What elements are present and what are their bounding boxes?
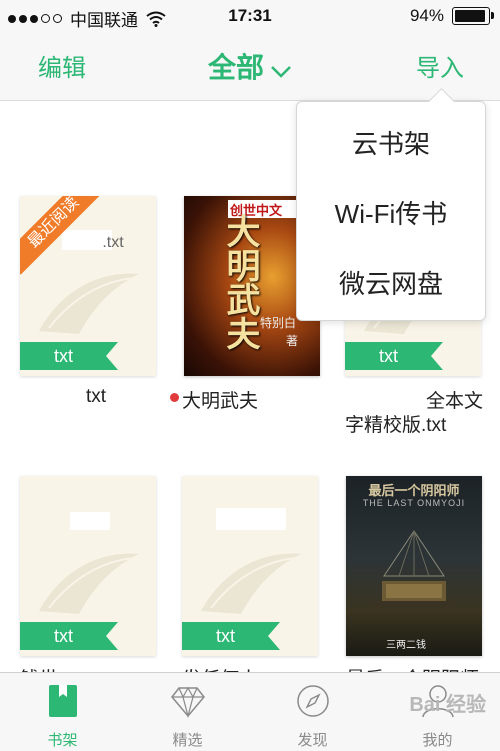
book-title: txt: [86, 386, 107, 407]
tab-label: 我的: [422, 732, 453, 749]
book-title-line: 字精校版.txt: [345, 415, 447, 436]
book-title: 大明武夫: [182, 391, 259, 412]
book-cover: txt: [182, 476, 318, 656]
battery-percent: 94%: [409, 6, 444, 25]
tab-label: 发现: [297, 732, 328, 749]
watermark-text: Bai 经验: [409, 694, 486, 716]
tab-label: 精选: [172, 732, 203, 749]
book-title-line: 全本文: [426, 391, 484, 412]
chevron-down-icon: [270, 54, 292, 86]
book-card[interactable]: txt: [182, 476, 318, 656]
category-title: 全部: [207, 52, 264, 83]
menu-item-wifi-transfer[interactable]: Wi-Fi传书: [297, 194, 485, 231]
cover-author: 三两二钱: [386, 640, 426, 651]
book-cover: 最后一个阴阳师 THE LAST ONMYOJI 三两二钱: [346, 476, 482, 656]
cover-author-suffix: 著: [286, 334, 299, 348]
book-cover: .txt 最近阅读 txt: [20, 196, 156, 376]
feather-watermark-icon: [39, 553, 139, 614]
feather-watermark-icon: [201, 553, 301, 614]
tab-discover[interactable]: 发现: [250, 673, 375, 751]
cover-title: 最后一个阴阳师: [368, 483, 460, 498]
bookshelf-icon: [49, 685, 77, 717]
cover-subtitle: THE LAST ONMYOJI: [362, 498, 466, 508]
status-bar: 中国联通 17:31 94%: [0, 0, 500, 32]
import-dropdown-menu: 云书架 Wi-Fi传书 微云网盘: [296, 88, 486, 321]
nav-bar: 编辑 全部 导入: [0, 32, 500, 101]
tab-label: 书架: [47, 732, 78, 749]
book-card[interactable]: txt: [20, 476, 156, 656]
compass-icon: [297, 685, 329, 717]
cover-title: 大明武夫: [221, 214, 259, 350]
file-type-tag: txt: [345, 342, 443, 370]
cover-author: 特别白: [260, 316, 297, 330]
book-card[interactable]: 最后一个阴阳师 THE LAST ONMYOJI 三两二钱: [346, 476, 482, 656]
menu-item-cloud-shelf[interactable]: 云书架: [297, 124, 485, 161]
file-type-tag: txt: [182, 622, 280, 650]
tab-bookshelf[interactable]: 书架: [0, 673, 125, 751]
cover-artwork: [374, 530, 454, 607]
book-card[interactable]: .txt 最近阅读 txt: [20, 196, 156, 376]
book-cover: txt: [20, 476, 156, 656]
feather-watermark-icon: [39, 273, 139, 334]
unread-dot: [170, 393, 179, 402]
menu-item-weiyun-disk[interactable]: 微云网盘: [297, 264, 485, 301]
tab-featured[interactable]: 精选: [125, 673, 250, 751]
diamond-icon: [171, 686, 205, 719]
import-button[interactable]: 导入: [416, 48, 464, 83]
file-type-tag: txt: [20, 622, 118, 650]
battery-icon: [452, 7, 494, 25]
file-type-tag: txt: [20, 342, 118, 370]
